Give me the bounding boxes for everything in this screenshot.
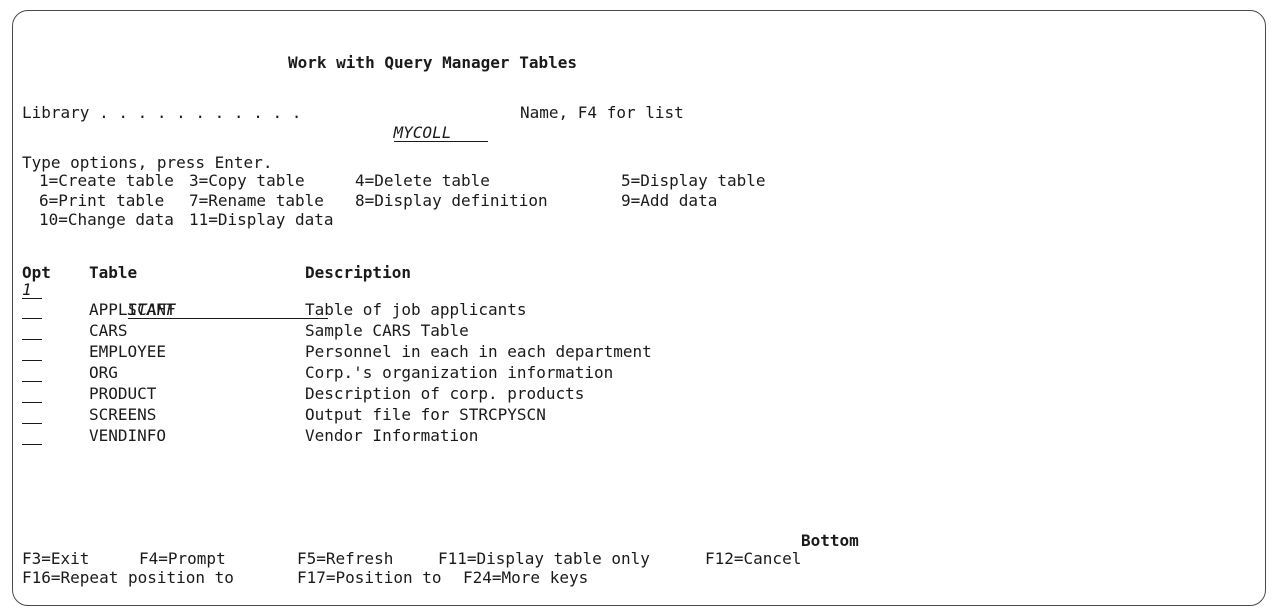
position-table-input[interactable]: STAFF: [89, 280, 328, 319]
option-print-table: 6=Print table: [39, 191, 165, 210]
instructions-text: Type options, press Enter.: [22, 153, 273, 172]
terminal-screen: Work with Query Manager Tables Library .…: [12, 10, 1266, 606]
row-table-name: PRODUCT: [89, 384, 157, 403]
row-table-name: SCREENS: [89, 405, 157, 424]
option-copy-table: 3=Copy table: [189, 171, 305, 190]
more-indicator: Bottom: [801, 531, 859, 550]
fkey-cancel[interactable]: F12=Cancel: [705, 549, 801, 569]
row-description: Description of corp. products: [305, 384, 585, 403]
fkey-prompt[interactable]: F4=Prompt: [139, 549, 226, 569]
row-opt-input[interactable]: [22, 384, 42, 403]
option-display-table: 5=Display table: [621, 171, 766, 190]
row-opt-input[interactable]: [22, 300, 42, 319]
fkey-position-to[interactable]: F17=Position to: [297, 568, 442, 588]
row-opt-input[interactable]: [22, 363, 42, 382]
row-description: Vendor Information: [305, 426, 479, 445]
row-table-name: APPLICANT: [89, 300, 176, 319]
row-opt-input[interactable]: [22, 405, 42, 424]
row-table-name: VENDINFO: [89, 426, 167, 445]
option-create-table: 1=Create table: [39, 171, 174, 190]
library-label: Library . . . . . . . . . . .: [22, 103, 302, 122]
position-opt-input[interactable]: 1: [22, 280, 42, 299]
row-opt-input[interactable]: [22, 321, 42, 340]
fkey-exit[interactable]: F3=Exit: [22, 549, 89, 569]
fkey-more-keys[interactable]: F24=More keys: [463, 568, 588, 588]
row-opt-input[interactable]: [22, 342, 42, 361]
option-display-definition: 8=Display definition: [355, 191, 548, 210]
library-hint: Name, F4 for list: [520, 103, 684, 122]
row-table-name: EMPLOYEE: [89, 342, 167, 361]
option-delete-table: 4=Delete table: [355, 171, 490, 190]
fkey-display-table-only[interactable]: F11=Display table only: [438, 549, 650, 569]
row-opt-input[interactable]: [22, 426, 42, 445]
row-table-name: ORG: [89, 363, 118, 382]
library-value[interactable]: MYCOLL: [393, 123, 488, 142]
row-table-name: CARS: [89, 321, 128, 340]
library-input[interactable]: MYCOLL: [355, 103, 488, 142]
row-description: Sample CARS Table: [305, 321, 469, 340]
screen-title: Work with Query Manager Tables: [288, 53, 577, 72]
option-rename-table: 7=Rename table: [189, 191, 324, 210]
fkey-refresh[interactable]: F5=Refresh: [297, 549, 393, 569]
option-add-data: 9=Add data: [621, 191, 718, 210]
row-description: Table of job applicants: [305, 300, 527, 319]
row-description: Corp.'s organization information: [305, 363, 614, 382]
option-change-data: 10=Change data: [39, 210, 174, 229]
fkey-repeat-position-to[interactable]: F16=Repeat position to: [22, 568, 234, 588]
option-display-data: 11=Display data: [189, 210, 334, 229]
row-description: Output file for STRCPYSCN: [305, 405, 546, 424]
row-description: Personnel in each in each department: [305, 342, 652, 361]
